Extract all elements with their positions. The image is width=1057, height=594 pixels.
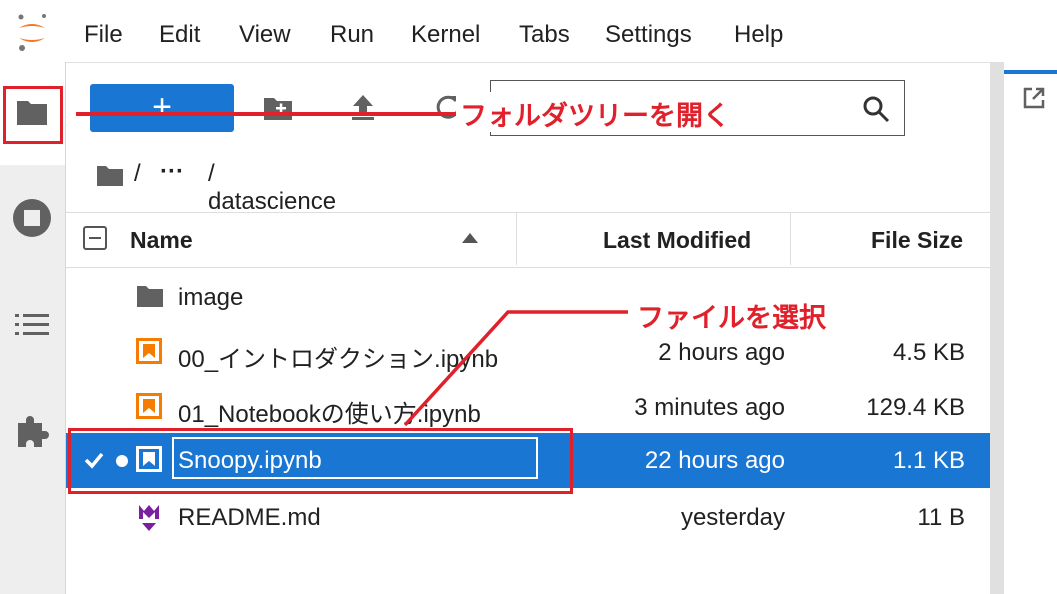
notebook-icon bbox=[136, 393, 162, 419]
home-folder-icon[interactable] bbox=[96, 163, 124, 187]
file-modified: 3 minutes ago bbox=[634, 394, 785, 421]
annotation-folder-tree-label: フォルダツリーを開く bbox=[460, 101, 730, 131]
annotation-select-file-label: ファイルを選択 bbox=[637, 303, 826, 333]
breadcrumb-ellipsis[interactable]: ··· bbox=[160, 158, 184, 186]
main-area bbox=[1004, 62, 1057, 594]
menu-file[interactable]: File bbox=[84, 21, 123, 49]
annotation-box-folder bbox=[3, 86, 63, 144]
file-size: 4.5 KB bbox=[892, 339, 965, 366]
table-of-contents-icon[interactable] bbox=[15, 310, 49, 340]
column-separator[interactable] bbox=[516, 213, 517, 265]
search-icon bbox=[863, 96, 890, 123]
menu-help[interactable]: Help bbox=[734, 21, 783, 49]
file-list-header: Name Last Modified File Size bbox=[66, 212, 990, 268]
menu-tabs[interactable]: Tabs bbox=[519, 21, 570, 49]
open-external-icon[interactable] bbox=[1022, 86, 1046, 110]
file-modified: 22 hours ago bbox=[644, 447, 785, 474]
jupyter-logo-icon bbox=[18, 14, 46, 51]
markdown-icon bbox=[139, 505, 159, 531]
new-launcher-button[interactable]: + bbox=[90, 84, 234, 132]
new-folder-icon[interactable] bbox=[262, 94, 294, 122]
file-modified: yesterday bbox=[680, 504, 785, 531]
menu-view[interactable]: View bbox=[239, 21, 291, 49]
upload-icon[interactable] bbox=[350, 93, 376, 121]
menu-bar: File Edit View Run Kernel Tabs Settings … bbox=[0, 0, 1057, 63]
file-row-markdown[interactable]: README.md yesterday 11 B bbox=[66, 490, 990, 545]
annotation-pointer-line bbox=[403, 310, 628, 427]
file-name: README.md bbox=[178, 504, 321, 531]
file-modified: 2 hours ago bbox=[658, 339, 785, 366]
column-separator[interactable] bbox=[790, 213, 791, 265]
active-tab-indicator bbox=[1004, 70, 1057, 74]
sort-ascending-icon bbox=[462, 233, 478, 243]
menu-run[interactable]: Run bbox=[330, 21, 374, 49]
file-size: 1.1 KB bbox=[892, 447, 965, 474]
extension-icon[interactable] bbox=[14, 413, 50, 449]
file-size: 11 B bbox=[917, 504, 965, 531]
breadcrumb-root[interactable]: / bbox=[134, 160, 141, 188]
select-all-checkbox[interactable] bbox=[83, 226, 107, 250]
column-size-header[interactable]: File Size bbox=[871, 227, 963, 254]
menu-settings[interactable]: Settings bbox=[605, 21, 692, 49]
menu-kernel[interactable]: Kernel bbox=[411, 21, 480, 49]
annotation-line-folder bbox=[76, 112, 458, 116]
running-icon[interactable] bbox=[12, 198, 52, 238]
panel-splitter[interactable] bbox=[990, 62, 1004, 594]
notebook-icon bbox=[136, 338, 162, 364]
annotation-box-selected-file bbox=[68, 428, 573, 494]
column-modified-header[interactable]: Last Modified bbox=[603, 227, 751, 254]
menu-edit[interactable]: Edit bbox=[159, 21, 200, 49]
file-size: 129.4 KB bbox=[866, 394, 965, 421]
file-name: image bbox=[178, 284, 244, 311]
column-name-header[interactable]: Name bbox=[130, 227, 193, 254]
folder-icon bbox=[137, 286, 163, 307]
